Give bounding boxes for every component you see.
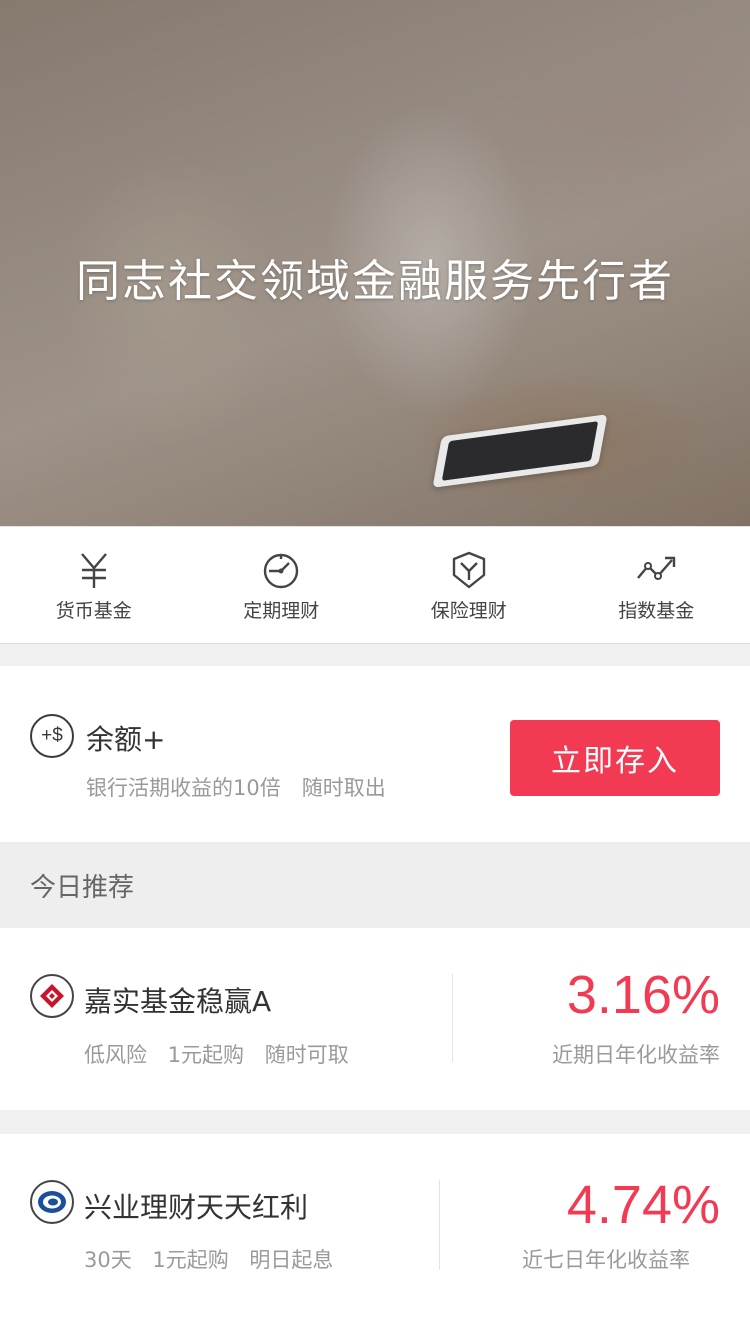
vertical-divider	[439, 1180, 440, 1270]
vertical-divider	[452, 974, 453, 1062]
harvest-fund-logo-icon	[30, 974, 74, 1018]
category-label: 货币基金	[55, 599, 132, 622]
product-name: 嘉实基金稳赢A	[84, 985, 272, 1018]
balance-plus-subtitle: 银行活期收益的10倍 随时取出	[86, 776, 386, 800]
product-rate: 3.16%	[566, 965, 720, 1025]
clock-icon	[259, 548, 303, 592]
section-gap	[0, 1110, 750, 1134]
category-index-fund[interactable]: 指数基金	[563, 527, 750, 643]
category-insurance[interactable]: 保险理财	[375, 527, 563, 643]
hero-title: 同志社交领域金融服务先行者	[76, 256, 674, 307]
product-tags: 30天 1元起购 明日起息	[84, 1248, 334, 1272]
yen-icon	[72, 548, 116, 592]
category-fixed-term[interactable]: 定期理财	[188, 527, 376, 643]
balance-plus-title: 余额+	[86, 723, 166, 756]
product-tags: 低风险 1元起购 随时可取	[84, 1043, 349, 1067]
industrial-bank-logo-icon	[30, 1180, 74, 1224]
category-label: 定期理财	[243, 599, 320, 622]
product-card[interactable]: 嘉实基金稳赢A 低风险 1元起购 随时可取 3.16% 近期日年化收益率	[0, 928, 750, 1110]
dollar-plus-icon: +$	[30, 714, 74, 758]
balance-plus-card[interactable]: +$ 余额+ 银行活期收益的10倍 随时取出 立即存入	[0, 666, 750, 842]
hero-banner[interactable]: 同志社交领域金融服务先行者	[0, 0, 750, 526]
section-gap	[0, 644, 750, 666]
category-nav: 货币基金 定期理财 保险理财 指数基金	[0, 526, 750, 644]
category-money-fund[interactable]: 货币基金	[0, 527, 188, 643]
product-rate-label: 近七日年化收益率	[522, 1248, 690, 1272]
product-rate: 4.74%	[566, 1175, 720, 1235]
category-label: 保险理财	[430, 599, 507, 622]
shield-icon	[447, 548, 491, 592]
trend-chart-icon	[634, 548, 678, 592]
product-rate-label: 近期日年化收益率	[552, 1043, 720, 1067]
category-label: 指数基金	[618, 599, 695, 622]
deposit-now-button[interactable]: 立即存入	[510, 720, 720, 796]
product-name: 兴业理财天天红利	[84, 1191, 309, 1224]
product-card[interactable]: 兴业理财天天红利 30天 1元起购 明日起息 4.74% 近七日年化收益率	[0, 1134, 750, 1318]
section-title: 今日推荐	[0, 842, 750, 928]
